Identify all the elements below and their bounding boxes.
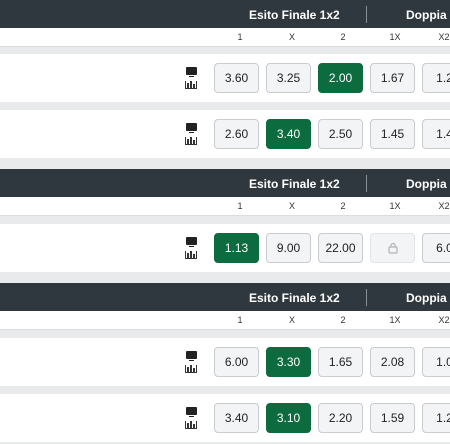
market-title-1x2: Esito Finale 1x2: [249, 8, 340, 22]
stats-icon[interactable]: [185, 81, 197, 89]
odds-button[interactable]: 2.60: [214, 119, 259, 149]
odds-button-selected[interactable]: 3.10: [266, 403, 311, 433]
tv-icon[interactable]: [186, 67, 197, 77]
odds-button[interactable]: 1.2: [422, 63, 450, 93]
col-label: X2: [438, 315, 450, 325]
header-divider: [366, 289, 367, 306]
tv-icon[interactable]: [186, 407, 197, 417]
event-row: 3.40 3.10 2.20 1.59 1.2: [0, 394, 450, 442]
odds-button[interactable]: 2.08: [370, 347, 415, 377]
market-header: Esito Finale 1x2 Doppia C: [0, 169, 450, 197]
col-label: 1: [237, 32, 243, 42]
col-label: X: [288, 315, 296, 325]
odds-button[interactable]: 2.20: [318, 403, 363, 433]
odds-button-selected[interactable]: 3.40: [266, 119, 311, 149]
odds-button[interactable]: 3.40: [214, 403, 259, 433]
odds-button[interactable]: 6.0: [422, 233, 450, 263]
column-labels: 1 X 2 1X X2: [0, 28, 450, 47]
stats-icon[interactable]: [185, 365, 197, 373]
market-title-double-chance: Doppia C: [406, 177, 450, 191]
market-header: Esito Finale 1x2 Doppia C: [0, 0, 450, 28]
col-label: 2: [340, 32, 346, 42]
tv-icon[interactable]: [186, 237, 197, 247]
odds-button[interactable]: 1.65: [318, 347, 363, 377]
market-title-double-chance: Doppia C: [406, 291, 450, 305]
col-label: X: [288, 201, 296, 211]
tv-icon[interactable]: [186, 123, 197, 133]
event-row: 3.60 3.25 2.00 1.67 1.2: [0, 54, 450, 102]
odds-button-selected[interactable]: 1.13: [214, 233, 259, 263]
odds-button-selected[interactable]: 3.30: [266, 347, 311, 377]
odds-button[interactable]: 22.00: [318, 233, 363, 263]
market-title-double-chance: Doppia C: [406, 8, 450, 22]
column-labels: 1 X 2 1X X2: [0, 197, 450, 216]
market-header: Esito Finale 1x2 Doppia C: [0, 283, 450, 311]
col-label: 2: [340, 315, 346, 325]
stats-icon[interactable]: [185, 251, 197, 259]
odds-button[interactable]: 3.25: [266, 63, 311, 93]
col-label: X: [288, 32, 296, 42]
odds-button[interactable]: 6.00: [214, 347, 259, 377]
col-label: 1: [237, 201, 243, 211]
col-label: 1X: [389, 315, 401, 325]
event-row: 6.00 3.30 1.65 2.08 1.0: [0, 338, 450, 386]
col-label: 1: [237, 315, 243, 325]
odds-button[interactable]: 9.00: [266, 233, 311, 263]
odds-button[interactable]: 2.50: [318, 119, 363, 149]
market-title-1x2: Esito Finale 1x2: [249, 177, 340, 191]
odds-button-selected[interactable]: 2.00: [318, 63, 363, 93]
col-label: 1X: [389, 201, 401, 211]
col-label: 1X: [389, 32, 401, 42]
stats-icon[interactable]: [185, 137, 197, 145]
col-label: X2: [438, 201, 450, 211]
header-divider: [366, 6, 367, 23]
odds-button[interactable]: 1.0: [422, 347, 450, 377]
odds-button[interactable]: 1.59: [370, 403, 415, 433]
odds-button[interactable]: 1.4: [422, 119, 450, 149]
col-label: X2: [438, 32, 450, 42]
lock-icon: [387, 242, 398, 254]
odds-button[interactable]: 3.60: [214, 63, 259, 93]
stats-icon[interactable]: [185, 421, 197, 429]
event-row: 1.13 9.00 22.00 6.0: [0, 224, 450, 272]
column-labels: 1 X 2 1X X2: [0, 311, 450, 330]
odds-button[interactable]: 1.45: [370, 119, 415, 149]
odds-button-locked: [370, 233, 415, 263]
odds-button[interactable]: 1.2: [422, 403, 450, 433]
header-divider: [366, 175, 367, 192]
col-label: 2: [340, 201, 346, 211]
event-row: 2.60 3.40 2.50 1.45 1.4: [0, 110, 450, 158]
market-title-1x2: Esito Finale 1x2: [249, 291, 340, 305]
tv-icon[interactable]: [186, 351, 197, 361]
odds-button[interactable]: 1.67: [370, 63, 415, 93]
